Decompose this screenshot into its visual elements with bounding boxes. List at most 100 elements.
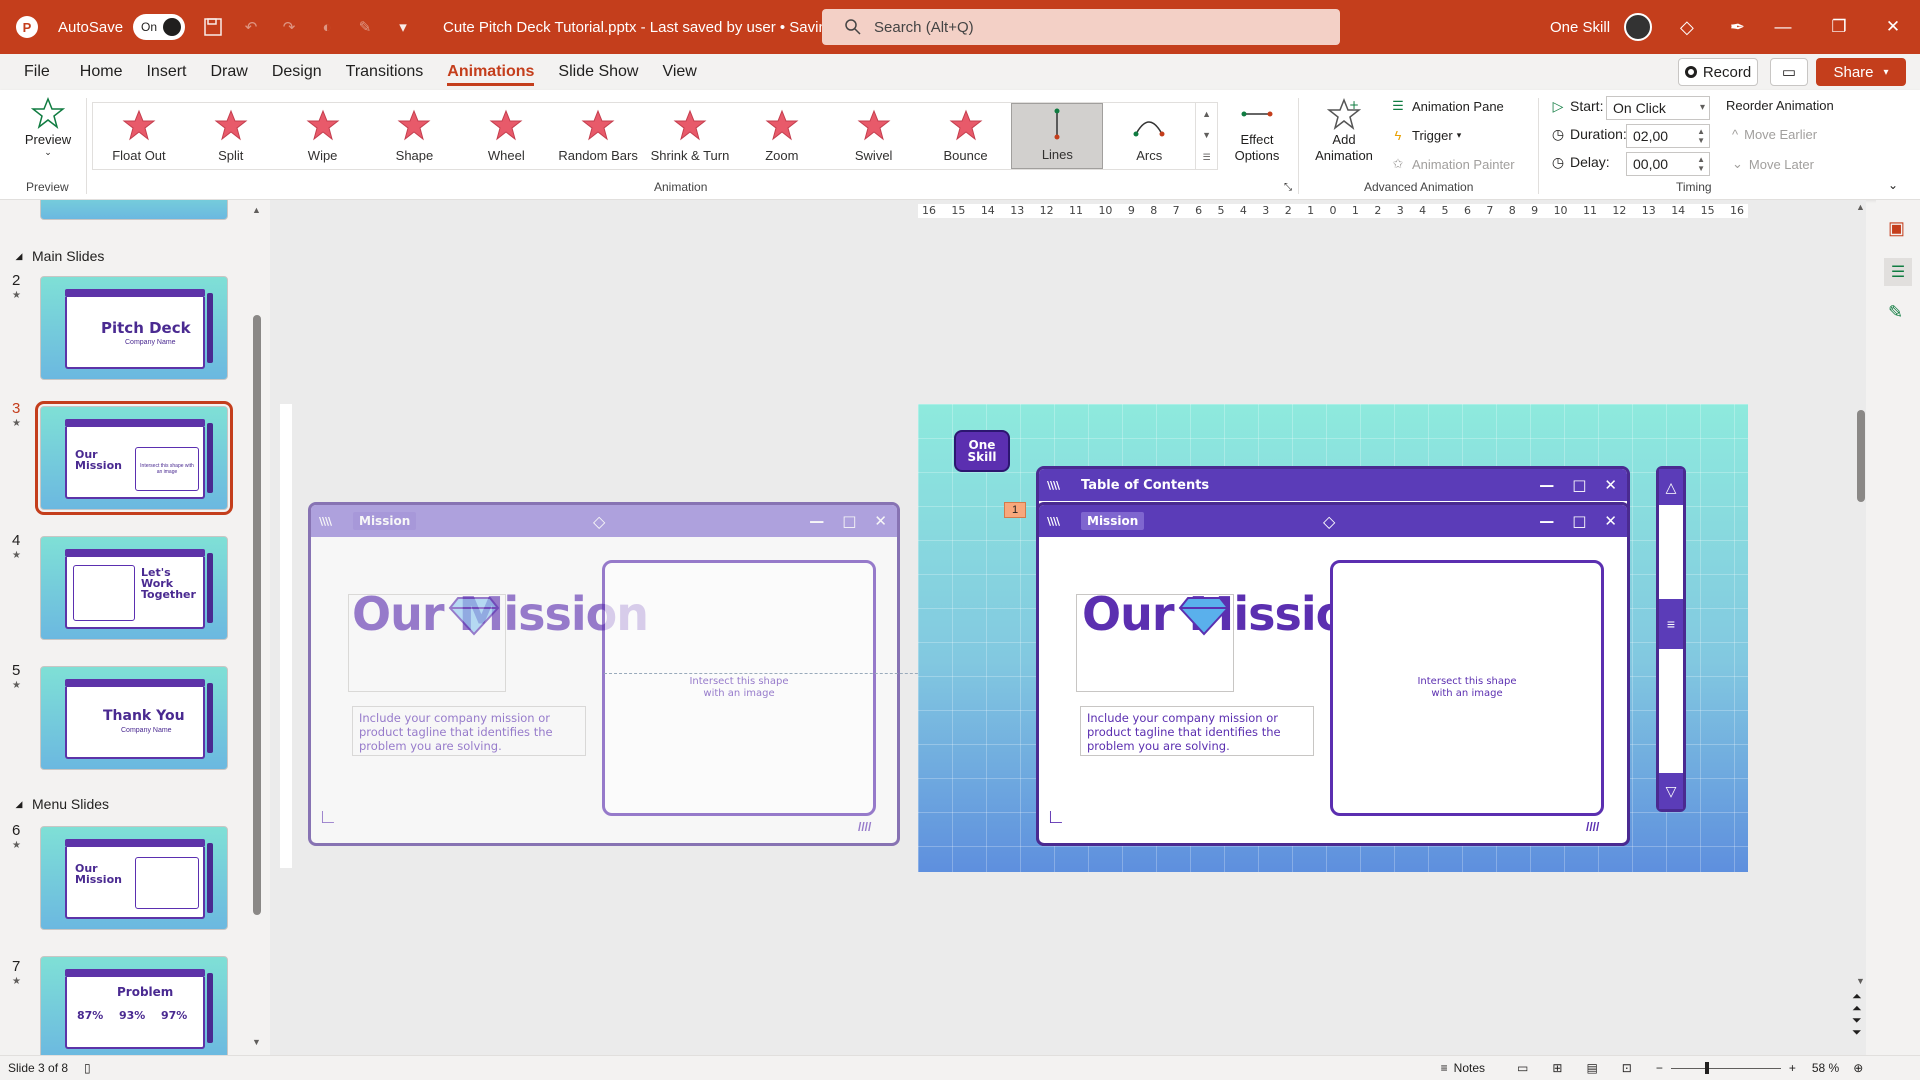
tab-slide-show[interactable]: Slide Show	[546, 54, 650, 90]
slide-sorter-icon[interactable]: ⊞	[1552, 1061, 1562, 1075]
close-icon[interactable]: ✕	[1868, 0, 1918, 54]
slide-thumbnail-6[interactable]: Our Mission	[40, 826, 228, 930]
designer-icon[interactable]: ▣	[1888, 218, 1905, 239]
tab-transitions[interactable]: Transitions	[334, 54, 436, 90]
zoom-level[interactable]: 58 %	[1812, 1061, 1839, 1075]
tab-draw[interactable]: Draw	[198, 54, 259, 90]
slide-show-icon[interactable]: ⊡	[1622, 1061, 1632, 1075]
next-slide-icon[interactable]: ⏷ ⏷	[1852, 1014, 1862, 1038]
search-box[interactable]: Search (Alt+Q)	[822, 9, 1340, 45]
dialog-launcher-icon[interactable]: ⤡	[1284, 182, 1292, 193]
slide-thumbnail-2[interactable]: Pitch Deck Company Name	[40, 276, 228, 380]
animation-order-tag[interactable]: 1	[1004, 502, 1026, 518]
image-frame[interactable]: Intersect this shape with an image	[1330, 560, 1604, 816]
diamond-icon[interactable]: ◇	[1680, 17, 1694, 38]
undo-icon[interactable]: ↶	[241, 17, 261, 37]
accessibility-icon[interactable]: ▯	[84, 1061, 91, 1075]
document-title[interactable]: Cute Pitch Deck Tutorial.pptx - Last sav…	[443, 19, 848, 36]
one-skill-logo[interactable]: One Skill	[954, 430, 1010, 472]
reading-view-icon[interactable]: ▤	[1586, 1061, 1597, 1075]
thumbnail-scrollbar[interactable]: ▲ ▼	[252, 205, 262, 1047]
tab-design[interactable]: Design	[260, 54, 334, 90]
slide-thumbnail-4[interactable]: Let's Work Together	[40, 536, 228, 640]
slide-thumbnail-7[interactable]: Problem 87% 93% 97%	[40, 956, 228, 1055]
autosave-toggle[interactable]: On	[133, 14, 186, 40]
animation-arcs[interactable]: Arcs	[1103, 103, 1195, 169]
start-dropdown[interactable]: On Click ▾	[1606, 96, 1710, 120]
section-header-main[interactable]: ◢ Main Slides	[14, 248, 105, 264]
add-animation-button[interactable]: + Add Animation	[1304, 96, 1384, 164]
collapse-ribbon-icon[interactable]: ⌄	[1888, 178, 1898, 192]
scroll-up-icon[interactable]: ▲	[1856, 202, 1865, 212]
previous-slide-icon[interactable]: ⏶ ⏶	[1852, 990, 1862, 1014]
preview-button[interactable]: Preview ⌄	[18, 96, 78, 174]
delay-field[interactable]: 00,00 ▲ ▼	[1626, 152, 1710, 176]
shape-fill-icon[interactable]: ◐	[317, 17, 337, 37]
tab-file[interactable]: File	[12, 54, 62, 90]
scroll-down-icon[interactable]: ▼	[1856, 976, 1865, 986]
scroll-down-icon[interactable]: ▼	[252, 1037, 261, 1047]
scroll-thumb[interactable]	[1857, 410, 1865, 502]
zoom-out-icon[interactable]: −	[1656, 1061, 1663, 1075]
redo-icon[interactable]: ↷	[279, 17, 299, 37]
animation-float-out[interactable]: Float Out	[93, 103, 185, 169]
animation-split[interactable]: Split	[185, 103, 277, 169]
user-account[interactable]: One Skill ◇ ✒	[1550, 0, 1745, 54]
fit-slide-icon[interactable]: ⊕	[1853, 1061, 1863, 1075]
animation-bounce[interactable]: Bounce	[920, 103, 1012, 169]
notes-button[interactable]: Notes	[1454, 1061, 1485, 1075]
animation-zoom[interactable]: Zoom	[736, 103, 828, 169]
notes-icon[interactable]: ≡	[1441, 1061, 1448, 1075]
section-header-menu[interactable]: ◢ Menu Slides	[14, 796, 110, 812]
tab-view[interactable]: View	[650, 54, 708, 90]
zoom-slider-thumb[interactable]	[1704, 1061, 1709, 1074]
comments-button[interactable]: ▭	[1770, 58, 1808, 86]
format-shape-icon[interactable]: ✎	[1888, 302, 1903, 323]
animation-shrink-turn[interactable]: Shrink & Turn	[644, 103, 736, 169]
scroll-thumb[interactable]	[253, 315, 261, 915]
avatar[interactable]	[1624, 13, 1653, 41]
scroll-up-icon[interactable]: ▲	[252, 205, 261, 215]
format-painter-icon[interactable]: ✎	[355, 17, 375, 37]
tab-insert[interactable]: Insert	[134, 54, 198, 90]
restore-icon[interactable]: ❐	[1814, 0, 1864, 54]
record-button[interactable]: Record	[1678, 58, 1758, 86]
chevron-up-icon[interactable]: ▲	[1202, 109, 1211, 119]
ghost-image-frame[interactable]: Intersect this shape with an image	[602, 560, 876, 816]
normal-view-icon[interactable]: ▭	[1517, 1061, 1528, 1075]
animation-wipe[interactable]: Wipe	[277, 103, 369, 169]
slide-thumbnail-3[interactable]: Our Mission Intersect this shape with an…	[35, 401, 233, 515]
animation-wheel[interactable]: Wheel	[460, 103, 552, 169]
trigger-button[interactable]: ϟ Trigger ▾	[1390, 127, 1462, 143]
move-later-button[interactable]: ⌄ Move Later	[1726, 156, 1814, 172]
zoom-slider[interactable]	[1670, 1061, 1781, 1074]
stepper-icon[interactable]: ▲ ▼	[1697, 127, 1705, 145]
tab-home[interactable]: Home	[68, 54, 135, 90]
move-earlier-button[interactable]: ^ Move Earlier	[1726, 127, 1817, 142]
share-button[interactable]: Share ▾	[1816, 58, 1906, 86]
tab-animations[interactable]: Animations	[435, 54, 546, 90]
animation-random-bars[interactable]: Random Bars	[552, 103, 644, 169]
effect-options-button[interactable]: Effect Options	[1234, 96, 1280, 164]
save-icon[interactable]	[203, 17, 223, 37]
animation-pane-button[interactable]: ☰ Animation Pane	[1390, 98, 1504, 114]
customize-toolbar-icon[interactable]: ▾	[393, 17, 413, 37]
editor-scrollbar[interactable]: ▲ ▼	[1856, 200, 1866, 990]
animation-painter-button[interactable]: ✩ Animation Painter	[1390, 156, 1515, 172]
animation-pane-icon[interactable]: ☰	[1884, 258, 1912, 286]
zoom-in-icon[interactable]: +	[1789, 1061, 1796, 1075]
more-icon[interactable]: ☰	[1203, 152, 1211, 163]
slide-thumbnail-5[interactable]: Thank You Company Name	[40, 666, 228, 770]
mission-text[interactable]: Include your company mission or product …	[1080, 706, 1314, 756]
animation-shape[interactable]: Shape	[369, 103, 461, 169]
animation-swivel[interactable]: Swivel	[828, 103, 920, 169]
animation-lines[interactable]: Lines	[1011, 103, 1104, 169]
pen-icon[interactable]: ✒	[1730, 17, 1745, 38]
duration-field[interactable]: 02,00 ▲ ▼	[1626, 124, 1710, 148]
search-placeholder: Search (Alt+Q)	[874, 18, 974, 36]
stepper-icon[interactable]: ▲ ▼	[1697, 155, 1705, 173]
animation-star-icon: ★	[12, 976, 21, 987]
minimize-icon[interactable]: —	[1758, 0, 1808, 54]
slide-thumbnail-1[interactable]	[40, 200, 228, 220]
chevron-down-icon[interactable]: ▼	[1202, 130, 1211, 140]
